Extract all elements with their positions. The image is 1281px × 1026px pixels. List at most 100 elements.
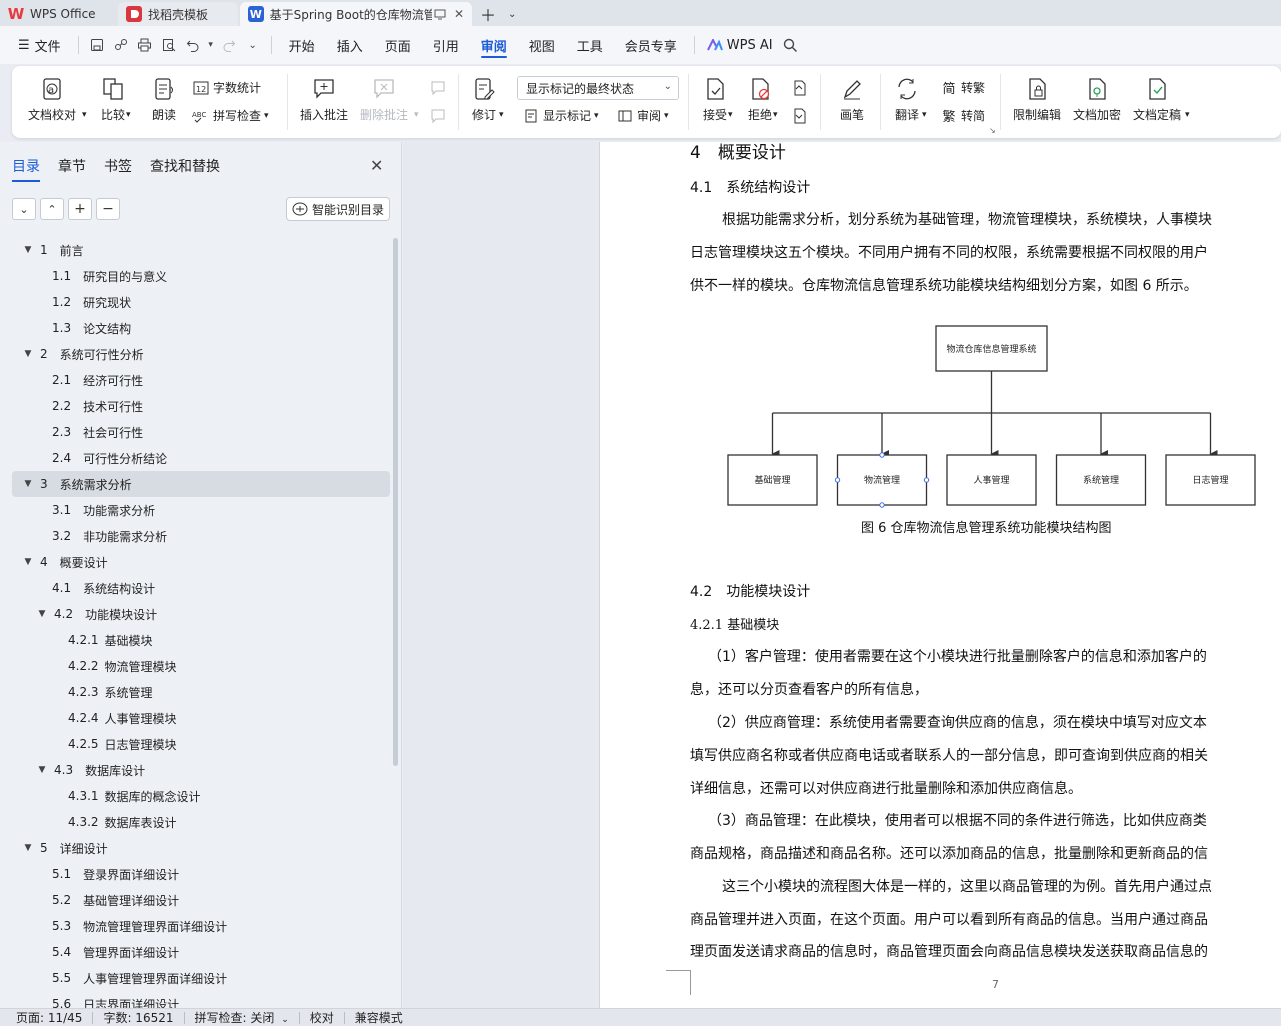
toc-item[interactable]: 2.4 可行性分析结论: [12, 445, 390, 471]
collapse-all-button[interactable]: ⌄: [12, 198, 36, 220]
to-traditional-button[interactable]: 简 转繁: [940, 79, 985, 97]
expand-arrow-icon[interactable]: ▼: [22, 245, 34, 255]
expand-arrow-icon[interactable]: ▼: [36, 765, 48, 775]
pen-button[interactable]: 画笔: [839, 76, 865, 123]
delete-comment-dropdown-icon[interactable]: ▾: [414, 110, 419, 120]
toc-item[interactable]: ▼ 4 概要设计: [12, 549, 390, 575]
chevron-down-icon[interactable]: ⌄: [502, 2, 522, 26]
toc-item[interactable]: 4.2.1 基础模块: [12, 627, 390, 653]
word-count-button[interactable]: 12 字数统计: [192, 79, 261, 96]
menu-review[interactable]: 审阅: [470, 26, 518, 64]
expand-arrow-icon[interactable]: ▼: [22, 557, 34, 567]
monitor-icon[interactable]: [434, 9, 446, 20]
menu-member[interactable]: 会员专享: [614, 26, 688, 64]
toc-item[interactable]: ▼ 5 详细设计: [12, 835, 390, 861]
undo-icon[interactable]: [181, 26, 205, 64]
selection-handle[interactable]: [834, 477, 841, 483]
toc-item[interactable]: ▼ 3 系统需求分析: [12, 471, 390, 497]
tab-bookmarks[interactable]: 书签: [104, 156, 132, 182]
toc-item[interactable]: 5.3 物流管理管理界面详细设计: [12, 913, 390, 939]
print-icon[interactable]: [133, 26, 157, 64]
toc-item[interactable]: ▼ 1 前言: [12, 237, 390, 263]
menu-insert[interactable]: 插入: [326, 26, 374, 64]
compare-dropdown-icon[interactable]: ▾: [126, 110, 131, 120]
toc-item[interactable]: 2.2 技术可行性: [12, 393, 390, 419]
expand-arrow-icon[interactable]: ▼: [22, 843, 34, 853]
translate-button[interactable]: 翻译: [894, 76, 920, 123]
new-tab-icon[interactable]: ＋: [474, 2, 502, 26]
show-markup-button[interactable]: 显示标记 ▾: [522, 107, 599, 124]
toc-item[interactable]: 1.2 研究现状: [12, 289, 390, 315]
save-icon[interactable]: [85, 26, 109, 64]
smart-toc-button[interactable]: 智能识别目录: [286, 197, 390, 221]
tab-sections[interactable]: 章节: [58, 156, 86, 182]
selection-handle[interactable]: [879, 502, 885, 508]
finalize-button[interactable]: 文档定稿: [1133, 76, 1181, 123]
tab-docer[interactable]: 找稻壳模板: [118, 2, 238, 26]
accept-button[interactable]: 接受: [702, 76, 728, 123]
selection-handle[interactable]: [923, 477, 930, 483]
compare-button[interactable]: 比较: [100, 76, 126, 123]
insert-comment-button[interactable]: 插入批注: [300, 76, 348, 123]
to-simplified-button[interactable]: 繁 转简: [940, 107, 985, 125]
toc-scrollbar[interactable]: [393, 238, 398, 766]
toc-item[interactable]: 4.2.5 日志管理模块: [12, 731, 390, 757]
tab-toc[interactable]: 目录: [12, 156, 40, 182]
undo-dropdown-icon[interactable]: ▾: [205, 26, 217, 64]
toc-item[interactable]: 5.1 登录界面详细设计: [12, 861, 390, 887]
reject-button[interactable]: 拒绝: [747, 76, 773, 123]
toc-item[interactable]: 4.1 系统结构设计: [12, 575, 390, 601]
remove-heading-button[interactable]: −: [96, 198, 120, 220]
tab-find-replace[interactable]: 查找和替换: [150, 156, 220, 182]
selection-handle[interactable]: [879, 452, 885, 458]
menu-references[interactable]: 引用: [422, 26, 470, 64]
toc-item[interactable]: 1.3 论文结构: [12, 315, 390, 341]
toc-item[interactable]: 1.1 研究目的与意义: [12, 263, 390, 289]
toc-item[interactable]: 4.3.1 数据库的概念设计: [12, 783, 390, 809]
expand-arrow-icon[interactable]: ▼: [22, 349, 34, 359]
more-chevron-icon[interactable]: ⌄: [241, 26, 265, 64]
close-icon[interactable]: ✕: [370, 156, 383, 175]
expand-arrow-icon[interactable]: ▼: [36, 609, 48, 619]
toc-item[interactable]: 4.2.2 物流管理模块: [12, 653, 390, 679]
proof-indicator[interactable]: 校对: [300, 1009, 344, 1026]
search-icon[interactable]: [779, 26, 803, 64]
track-changes-dropdown-icon[interactable]: ▾: [499, 110, 504, 120]
toc-item[interactable]: 2.1 经济可行性: [12, 367, 390, 393]
spell-check-indicator[interactable]: 拼写检查: 关闭 ⌄: [185, 1009, 299, 1026]
word-count-indicator[interactable]: 字数: 16521: [93, 1009, 183, 1026]
menu-tools[interactable]: 工具: [566, 26, 614, 64]
dialog-launcher-icon[interactable]: ↘: [989, 126, 996, 135]
menu-start[interactable]: 开始: [278, 26, 326, 64]
toc-item[interactable]: 4.2.4 人事管理模块: [12, 705, 390, 731]
expand-all-button[interactable]: ⌃: [40, 198, 64, 220]
spell-check-button[interactable]: ABC 拼写检查 ▾: [192, 107, 269, 124]
toc-item[interactable]: 4.3.2 数据库表设计: [12, 809, 390, 835]
next-comment-icon[interactable]: [430, 108, 446, 124]
page-indicator[interactable]: 页面: 11/45: [0, 1009, 92, 1026]
document-page[interactable]: 4 概要设计 4.1 系统结构设计 根据功能需求分析，划分系统为基础管理，物流管…: [599, 142, 1281, 1008]
encrypt-button[interactable]: 文档加密: [1073, 76, 1121, 123]
delete-comment-button[interactable]: 删除批注: [360, 76, 408, 123]
track-changes-button[interactable]: 修订: [471, 76, 497, 123]
proofread-dropdown-icon[interactable]: ▾: [82, 110, 87, 120]
wps-ai-button[interactable]: WPS AI: [701, 26, 779, 64]
next-change-icon[interactable]: [792, 108, 808, 124]
toc-item[interactable]: ▼ 4.2 功能模块设计: [12, 601, 390, 627]
toc-item[interactable]: 4.2.3 系统管理: [12, 679, 390, 705]
toc-item[interactable]: 3.2 非功能需求分析: [12, 523, 390, 549]
translate-dropdown-icon[interactable]: ▾: [922, 110, 927, 120]
previous-change-icon[interactable]: [792, 80, 808, 96]
restrict-edit-button[interactable]: 限制编辑: [1013, 76, 1061, 123]
markup-state-select[interactable]: 显示标记的最终状态 ⌄: [517, 76, 679, 100]
accept-dropdown-icon[interactable]: ▾: [728, 110, 733, 120]
redo-icon[interactable]: [217, 26, 241, 64]
share-icon[interactable]: [109, 26, 133, 64]
menu-page[interactable]: 页面: [374, 26, 422, 64]
toc-item[interactable]: 2.3 社会可行性: [12, 419, 390, 445]
tab-wps-office[interactable]: W WPS Office: [0, 2, 116, 26]
toc-item[interactable]: 3.1 功能需求分析: [12, 497, 390, 523]
menu-view[interactable]: 视图: [518, 26, 566, 64]
finalize-dropdown-icon[interactable]: ▾: [1185, 110, 1190, 120]
toc-item[interactable]: 5.6 日志界面详细设计: [12, 991, 390, 1008]
